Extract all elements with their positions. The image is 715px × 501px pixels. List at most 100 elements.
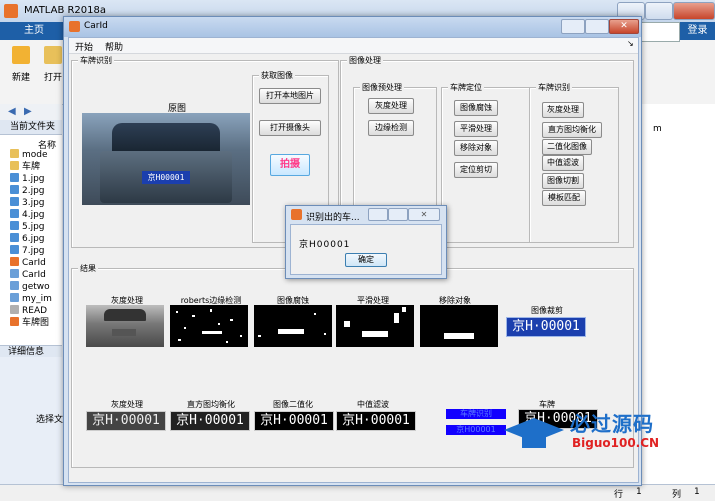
file-list-item[interactable]: my_im [10,293,52,305]
file-list-item[interactable]: mode [10,149,48,161]
gray-button[interactable]: 灰度处理 [368,98,414,114]
file-list-item[interactable]: 6.jpg [10,233,45,245]
file-list-item[interactable]: 3.jpg [10,197,45,209]
preprocess-panel-title: 图像预处理 [360,82,404,93]
file-list-item[interactable]: 7.jpg [10,245,45,257]
file-name: mode [22,150,48,160]
file-name: 7.jpg [22,246,45,256]
remove-object-button[interactable]: 移除对象 [454,140,498,156]
close-button[interactable] [673,2,715,20]
result-dialog: 识别出的车... ✕ 京H00001 确定 [285,205,447,279]
file-list-item[interactable]: getwo [10,281,50,293]
plate-recognition-panel: 车牌识别 灰度处理 直方图均衡化 二值化图像 中值滤波 图像切割 模板匹配 [529,82,619,243]
maximize-button[interactable] [645,2,673,20]
file-icon [10,233,19,242]
binary-plate-image: 京H·00001 [254,411,334,431]
file-list-item[interactable]: 5.jpg [10,221,45,233]
back-arrow-icon[interactable]: ◀ [8,106,16,117]
caption-crop: 图像裁剪 [531,306,563,315]
open-label[interactable]: 打开 [44,70,62,83]
tab-home[interactable]: 主页 [0,22,68,40]
file-list-item[interactable]: 车牌图 [10,317,49,329]
file-icon [10,197,19,206]
carid-maximize-button[interactable] [585,19,609,34]
file-icon [10,173,19,182]
remove-object-result-image [420,305,498,347]
new-icon[interactable] [12,46,30,64]
menu-arrow-icon[interactable]: ↘ [627,39,634,48]
row-label: 行 [614,490,624,500]
dialog-figure-icon [291,209,302,220]
watermark-main: 必过源码 [570,412,654,436]
remove-object-blob-graphic [444,333,474,339]
open-folder-icon[interactable] [44,46,62,64]
ok-button[interactable]: 确定 [345,253,387,267]
locate-panel-title: 车牌定位 [448,82,484,93]
file-icon [10,305,19,314]
binarize-button[interactable]: 二值化图像 [542,139,592,155]
file-list-item[interactable]: CarId [10,257,46,269]
smooth-blobs-graphic [344,307,406,337]
image-cut-button[interactable]: 图像切割 [542,173,584,189]
dialog-minimize-button[interactable] [368,208,388,221]
file-name: getwo [22,282,50,292]
recognition-panel-title: 车牌识别 [78,55,114,66]
col-label: 列 [672,490,682,500]
row-value: 1 [636,487,642,497]
edge-detect-button[interactable]: 边缘检测 [368,120,414,136]
file-name: 1.jpg [22,174,45,184]
new-label[interactable]: 新建 [12,70,30,83]
locate-crop-button[interactable]: 定位剪切 [454,162,498,178]
preprocess-panel: 图像预处理 灰度处理 边缘检测 [353,82,437,209]
gray-car-window [104,309,146,321]
file-list-item[interactable]: CarId [10,269,46,281]
status-bar: 行 1 列 1 [0,484,715,501]
menu-start[interactable]: 开始 [75,40,93,53]
median-filter-button[interactable]: 中值滤波 [542,155,584,171]
template-match-button[interactable]: 模板匹配 [542,190,586,206]
result-blue-box-2: 京H00001 [446,425,506,435]
result-panel-title: 结果 [78,263,98,274]
acquire-panel-title: 获取图像 [259,70,295,81]
file-icon [10,257,19,266]
carid-minimize-button[interactable] [561,19,585,34]
open-camera-button[interactable]: 打开摄像头 [259,120,321,136]
file-list-item[interactable]: 车牌 [10,161,40,173]
login-button[interactable]: 登录 [680,22,715,40]
dialog-close-button[interactable]: ✕ [408,208,440,221]
file-icon [10,221,19,230]
file-name: 3.jpg [22,198,45,208]
watermark-sub: Biguo100.CN [572,436,660,450]
erode-result-image [254,305,332,347]
caption-binary: 图像二值化 [273,400,313,409]
file-name: 车牌图 [22,318,50,328]
forward-arrow-icon[interactable]: ▶ [24,106,32,117]
erode-button[interactable]: 图像腐蚀 [454,100,498,116]
search-input[interactable] [640,22,680,42]
plate-recognition-panel-title: 车牌识别 [536,82,572,93]
processing-panel-title: 图像处理 [347,55,383,66]
capture-button[interactable]: 拍摄 [270,154,310,176]
median-plate-image: 京H·00001 [336,411,416,431]
file-list-item[interactable]: 4.jpg [10,209,45,221]
gray2-button[interactable]: 灰度处理 [542,102,584,118]
file-list-item[interactable]: 1.jpg [10,173,45,185]
current-folder-header: 当前文件夹 [0,120,62,135]
locate-panel: 车牌定位 图像腐蚀 平滑处理 移除对象 定位剪切 [441,82,531,243]
matlab-title: MATLAB R2018a [24,5,107,16]
file-name: 4.jpg [22,210,45,220]
menu-help[interactable]: 帮助 [105,40,123,53]
roberts-result-image [170,305,248,347]
file-list-item[interactable]: READ [10,305,47,317]
file-name: READ [22,306,48,316]
cropped-plate-image: 京H·00001 [506,317,586,337]
carid-titlebar: CarId ✕ [64,17,641,37]
select-file-hint: 选择文 [36,415,64,425]
file-name: CarId [22,270,46,280]
hist-equalize-button[interactable]: 直方图均衡化 [542,122,602,138]
dialog-maximize-button[interactable] [388,208,408,221]
file-list-item[interactable]: 2.jpg [10,185,45,197]
open-local-image-button[interactable]: 打开本地图片 [259,88,321,104]
smooth-button[interactable]: 平滑处理 [454,121,498,137]
carid-close-button[interactable]: ✕ [609,19,639,34]
